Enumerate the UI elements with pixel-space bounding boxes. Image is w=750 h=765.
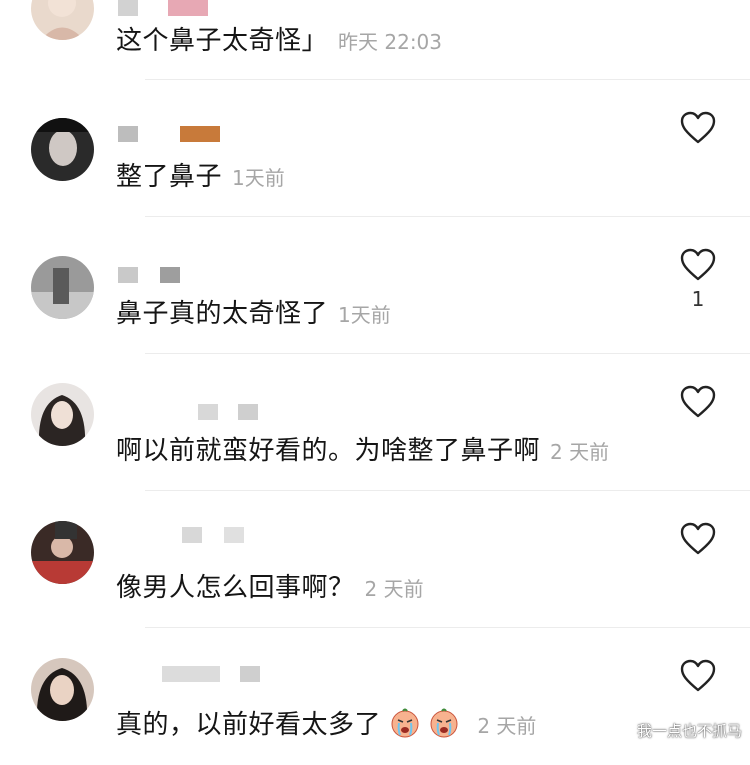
- like-count: 1: [691, 287, 705, 311]
- watermark: 我一点也不抓马: [636, 722, 742, 740]
- heart-outline-icon[interactable]: [680, 659, 716, 693]
- crying-face-emoji: [430, 708, 458, 738]
- avatar[interactable]: [31, 0, 94, 40]
- comment-item: 整了鼻子 1天前: [0, 80, 750, 217]
- comment-item: 这个鼻子太奇怪」 昨天 22:03: [0, 0, 750, 77]
- comment-time: 2 天前: [550, 440, 610, 464]
- comment-body: 真的，以前好看太多了: [116, 710, 382, 740]
- comment-time: 1天前: [338, 303, 391, 327]
- crying-face-emoji: [391, 708, 419, 738]
- avatar[interactable]: [31, 256, 94, 319]
- comment-text: 啊以前就蛮好看的。为啥整了鼻子啊 2 天前: [116, 430, 609, 467]
- heart-outline-icon[interactable]: [680, 522, 716, 556]
- heart-outline-icon[interactable]: [680, 385, 716, 419]
- comment-text: 鼻子真的太奇怪了 1天前: [116, 293, 391, 330]
- username-mosaic[interactable]: [118, 404, 258, 420]
- heart-outline-icon[interactable]: [680, 111, 716, 145]
- avatar[interactable]: [31, 383, 94, 446]
- comment-text: 像男人怎么回事啊？ 2 天前: [116, 567, 424, 604]
- comment-time: 2 天前: [364, 577, 424, 601]
- avatar[interactable]: [31, 118, 94, 181]
- comment-item: 真的，以前好看太多了 2 天前: [0, 628, 750, 765]
- username-mosaic[interactable]: [118, 126, 220, 142]
- comment-time: 2 天前: [477, 714, 537, 738]
- comment-time: 昨天 22:03: [338, 30, 443, 54]
- comment-item: 像男人怎么回事啊？ 2 天前: [0, 491, 750, 628]
- username-mosaic[interactable]: [118, 666, 260, 682]
- avatar[interactable]: [31, 521, 94, 584]
- comment-text: 真的，以前好看太多了 2 天前: [116, 704, 536, 741]
- heart-outline-icon[interactable]: [680, 248, 716, 282]
- comment-item: 鼻子真的太奇怪了 1天前 1: [0, 217, 750, 354]
- comment-body: 像男人怎么回事啊？: [116, 573, 355, 603]
- comment-item: 啊以前就蛮好看的。为啥整了鼻子啊 2 天前: [0, 354, 750, 491]
- comment-body: 啊以前就蛮好看的。为啥整了鼻子啊: [116, 436, 541, 466]
- username-mosaic[interactable]: [118, 527, 244, 543]
- comment-body: 鼻子真的太奇怪了: [116, 299, 329, 329]
- username-mosaic[interactable]: [118, 267, 180, 283]
- avatar[interactable]: [31, 658, 94, 721]
- comment-text: 这个鼻子太奇怪」 昨天 22:03: [116, 20, 442, 57]
- username-mosaic[interactable]: [118, 0, 208, 16]
- comment-body: 这个鼻子太奇怪」: [116, 26, 329, 56]
- comment-text: 整了鼻子 1天前: [116, 156, 285, 193]
- comment-body: 整了鼻子: [116, 162, 223, 192]
- comment-time: 1天前: [232, 166, 285, 190]
